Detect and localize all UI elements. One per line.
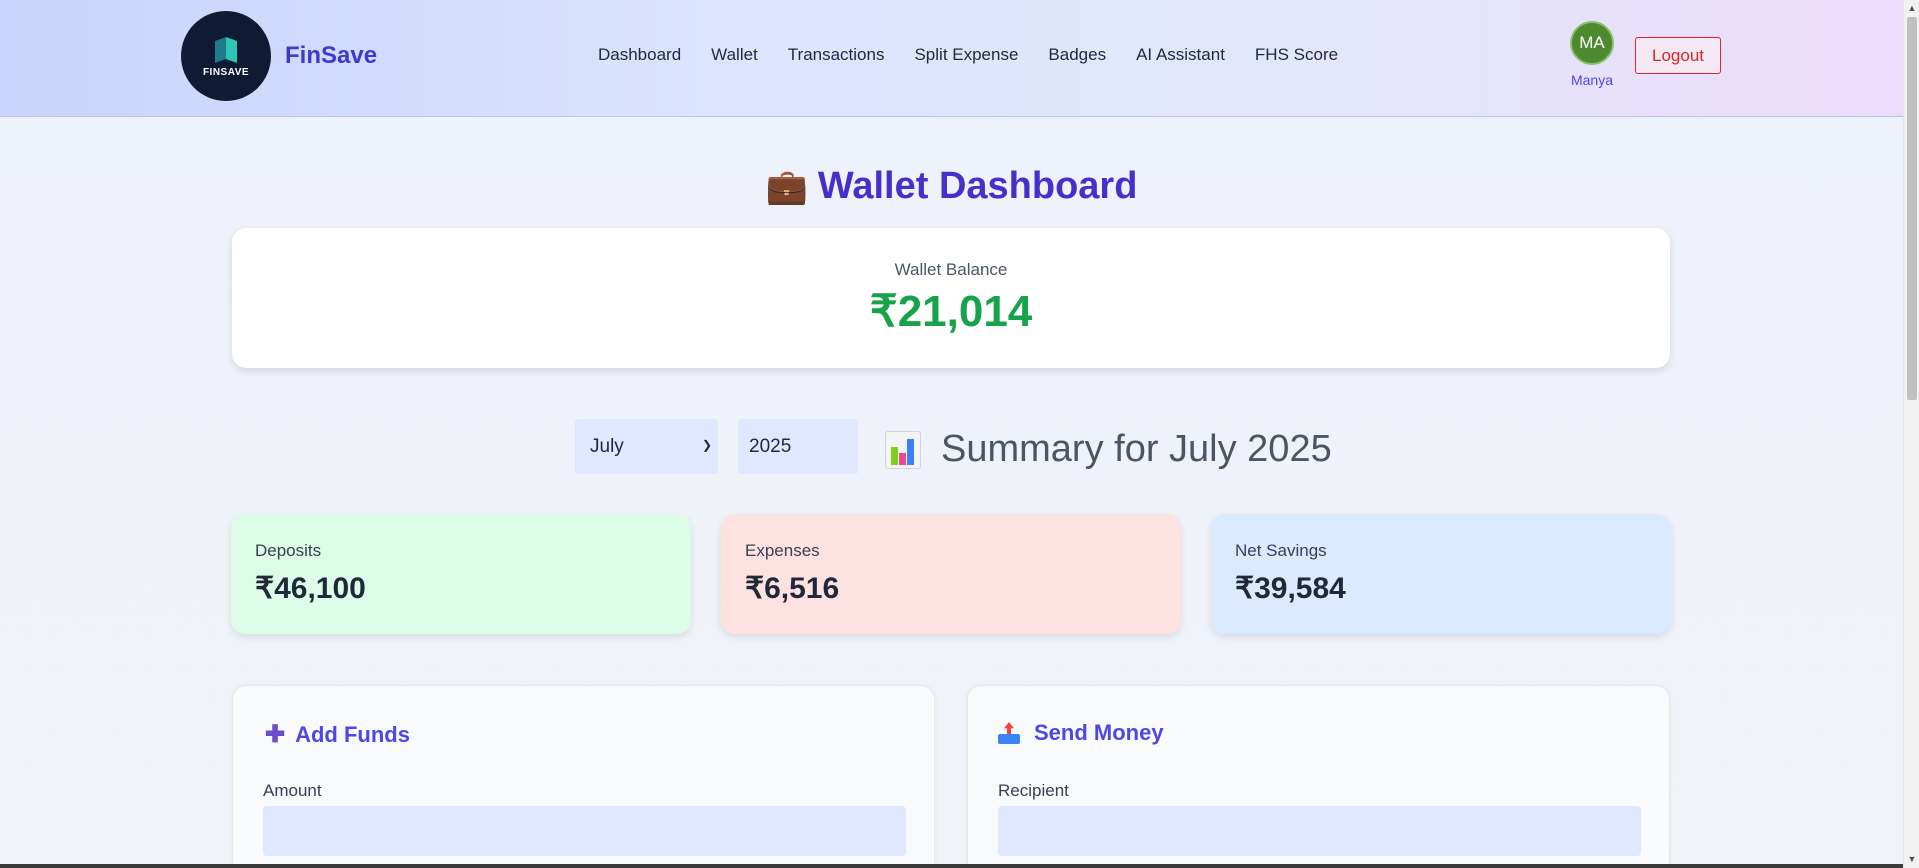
nav-link-wallet[interactable]: Wallet <box>711 45 758 65</box>
deposits-label: Deposits <box>255 541 322 560</box>
nav-link-split-expense[interactable]: Split Expense <box>914 45 1018 65</box>
add-funds-title-text: Add Funds <box>295 721 410 747</box>
logo[interactable]: FINSAVE <box>181 11 271 101</box>
scroll-up-arrow-icon[interactable]: ▲ <box>1904 0 1919 17</box>
bar-chart-icon <box>885 430 921 469</box>
logout-button[interactable]: Logout <box>1635 37 1721 74</box>
logo-mark-icon <box>215 35 237 63</box>
page-title-text: Wallet Dashboard <box>817 165 1138 207</box>
nav-link-transactions[interactable]: Transactions <box>788 45 885 65</box>
nav-link-fhs-score[interactable]: FHS Score <box>1255 45 1338 65</box>
deposits-value: ₹46,100 <box>255 572 366 605</box>
outbox-tray-icon <box>998 722 1020 744</box>
briefcase-icon: 💼 <box>765 168 808 206</box>
send-money-title: Send Money <box>998 720 1164 746</box>
add-funds-title: ✚ Add Funds <box>265 720 410 749</box>
net-savings-value: ₹39,584 <box>1235 572 1346 605</box>
wallet-balance-card: Wallet Balance ₹21,014 <box>232 228 1670 368</box>
wallet-balance-label: Wallet Balance <box>894 260 1008 279</box>
scroll-down-arrow-icon[interactable]: ▼ <box>1904 851 1919 868</box>
expenses-label: Expenses <box>745 541 820 560</box>
chevron-down-icon: ❯ <box>701 438 712 452</box>
top-navbar: FINSAVE FinSave Dashboard Wallet Transac… <box>0 0 1903 117</box>
amount-label: Amount <box>263 781 322 800</box>
summary-heading: Summary for July 2025 <box>885 428 1332 471</box>
vertical-scrollbar[interactable]: ▲ ▼ <box>1903 0 1919 868</box>
send-money-title-text: Send Money <box>1034 720 1164 745</box>
main-nav: Dashboard Wallet Transactions Split Expe… <box>598 45 1368 65</box>
recipient-input[interactable] <box>998 806 1641 856</box>
nav-link-badges[interactable]: Badges <box>1048 45 1106 65</box>
user-name: Manya <box>1570 72 1614 88</box>
avatar[interactable]: MA <box>1570 21 1614 65</box>
scrollbar-thumb[interactable] <box>1907 17 1917 400</box>
month-select[interactable]: July ❯ <box>575 419 718 474</box>
summary-title-text: Summary for July 2025 <box>941 428 1332 470</box>
net-savings-label: Net Savings <box>1235 541 1327 560</box>
year-input[interactable]: 2025 <box>738 419 858 474</box>
month-select-value: July <box>590 435 624 457</box>
nav-link-ai-assistant[interactable]: AI Assistant <box>1136 45 1225 65</box>
logo-text: FINSAVE <box>202 66 250 78</box>
amount-input[interactable] <box>263 806 906 856</box>
page-title: 💼 Wallet Dashboard <box>0 165 1903 208</box>
plus-icon: ✚ <box>265 721 286 748</box>
recipient-label: Recipient <box>998 781 1069 800</box>
net-savings-card: Net Savings ₹39,584 <box>1211 514 1671 634</box>
add-funds-panel: ✚ Add Funds Amount <box>232 685 935 868</box>
send-money-panel: Send Money Recipient <box>967 685 1670 868</box>
nav-link-dashboard[interactable]: Dashboard <box>598 45 681 65</box>
window-bottom-border <box>0 864 1903 868</box>
brand-name[interactable]: FinSave <box>285 42 377 70</box>
wallet-balance-value: ₹21,014 <box>869 287 1033 336</box>
deposits-card: Deposits ₹46,100 <box>231 514 691 634</box>
expenses-value: ₹6,516 <box>745 572 840 605</box>
expenses-card: Expenses ₹6,516 <box>721 514 1181 634</box>
